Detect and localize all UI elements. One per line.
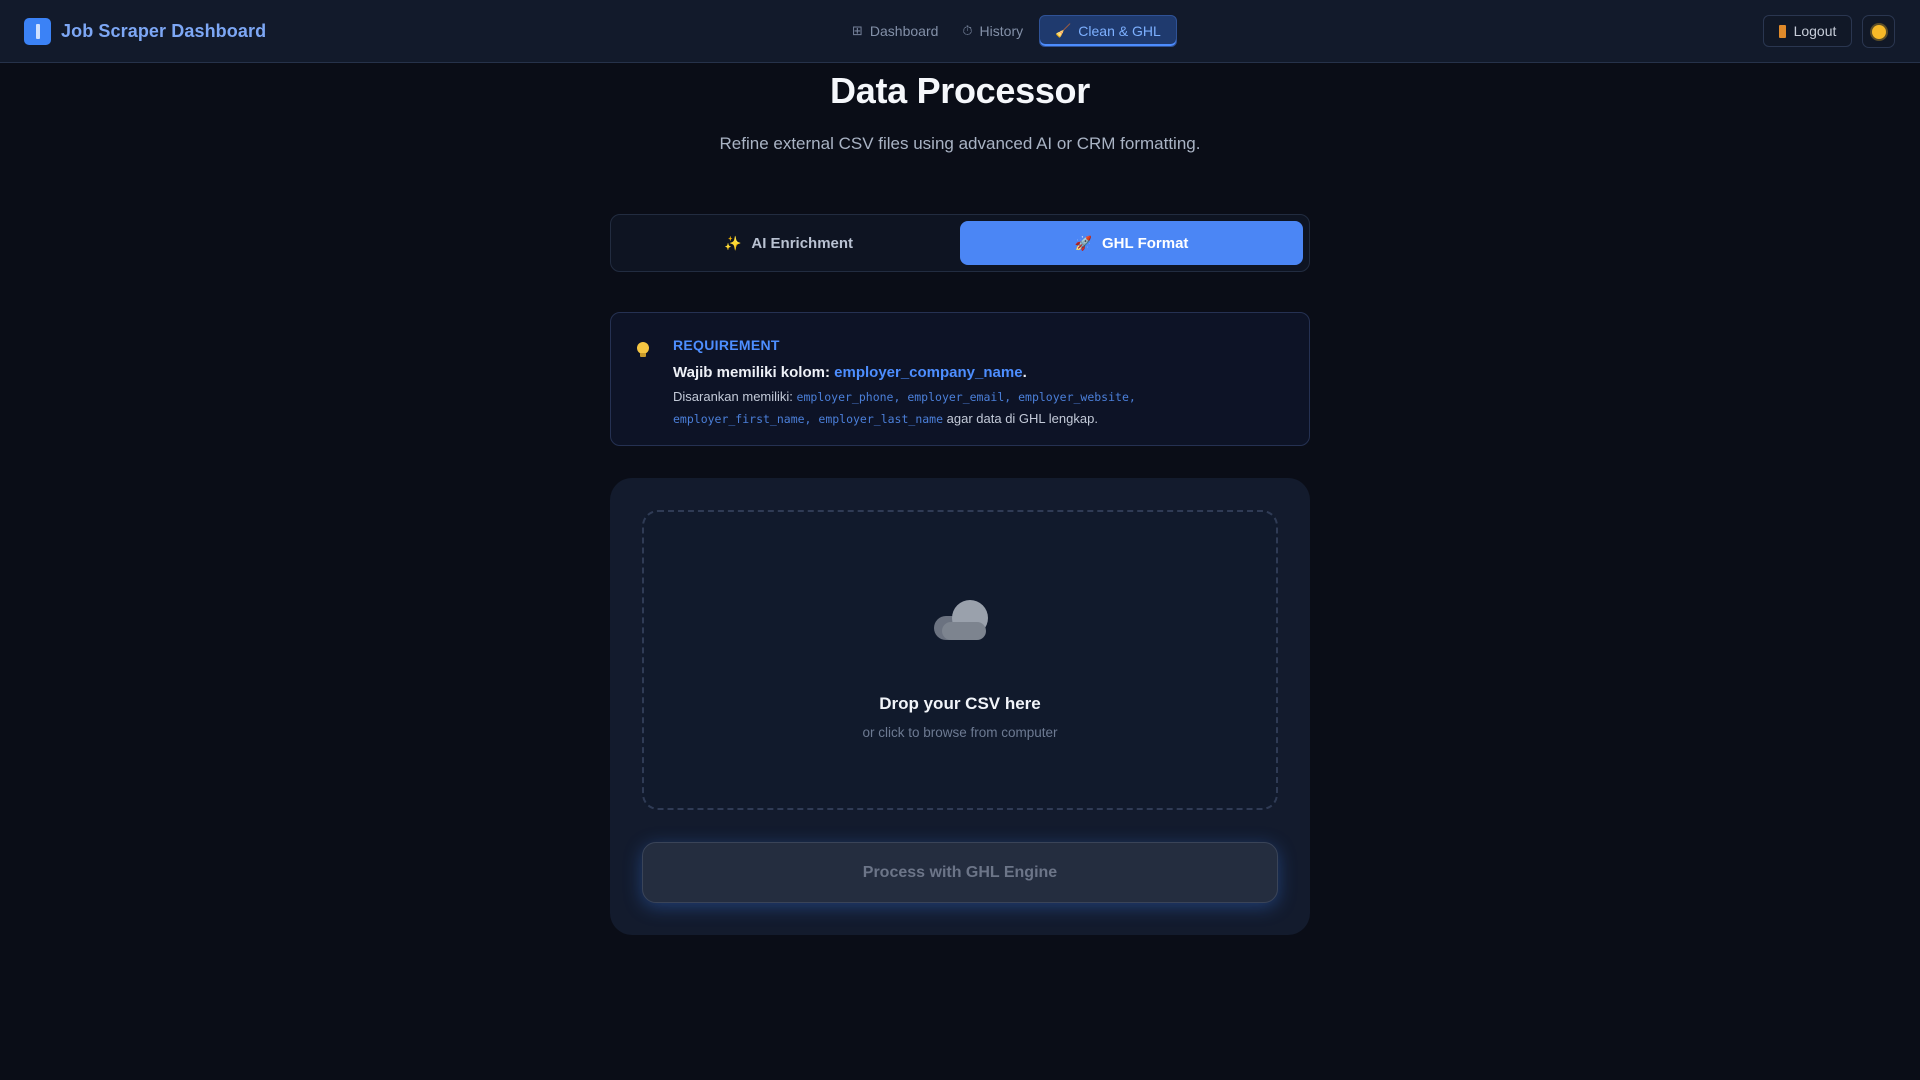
app-logo-icon [24,18,51,45]
upload-panel: Drop your CSV here or click to browse fr… [610,478,1310,935]
dropzone-subtitle: or click to browse from computer [862,725,1058,740]
brand[interactable]: Job Scraper Dashboard [24,18,266,45]
required-prefix: Wajib memiliki kolom: [673,364,835,381]
requirement-card: REQUIREMENT Wajib memiliki kolom: employ… [610,312,1310,446]
theme-toggle-button[interactable] [1862,15,1895,48]
broom-icon: 🧹 [1055,23,1072,38]
ai-enrichment-label: AI Enrichment [751,234,854,252]
app-title: Job Scraper Dashboard [61,21,267,41]
ghl-format-tab[interactable]: 🚀 GHL Format [960,221,1303,265]
required-column-name: employer_company_name [834,364,1023,381]
ghl-format-label: GHL Format [1102,234,1189,252]
door-icon [1778,24,1786,38]
suggested-prefix: Disarankan memiliki: [673,389,797,404]
nav-item-clean-ghl[interactable]: 🧹 Clean & GHL [1039,15,1177,47]
top-bar: Job Scraper Dashboard ⊞ Dashboard ⏱ Hist… [0,0,1920,63]
required-suffix: . [1022,364,1027,381]
cloud-icon [934,600,992,640]
page-subtitle: Refine external CSV files using advanced… [719,134,1201,153]
sun-icon [1871,24,1886,39]
page-title: Data Processor [830,70,1090,111]
main-nav: ⊞ Dashboard ⏱ History 🧹 Clean & GHL [844,15,1185,47]
csv-dropzone[interactable]: Drop your CSV here or click to browse fr… [642,510,1278,810]
clock-icon: ⏱ [962,23,973,38]
suggested-columns-line-2: employer_first_name, employer_last_name [673,412,944,426]
nav-item-history[interactable]: ⏱ History [954,15,1031,47]
logout-label: Logout [1793,23,1837,39]
ai-enrichment-tab[interactable]: ✨ AI Enrichment [617,221,960,265]
mode-toggle: ✨ AI Enrichment 🚀 GHL Format [610,214,1310,272]
grid-icon: ⊞ [852,23,863,38]
sparkle-icon: ✨ [723,234,742,251]
rocket-icon: 🚀 [1074,234,1093,251]
suggested-columns-text: Disarankan memiliki: employer_phone, emp… [673,386,1283,430]
requirement-label: REQUIREMENT [673,337,780,353]
suggested-columns-line-1: employer_phone, employer_email, employer… [796,390,1136,404]
suggested-suffix: agar data di GHL lengkap. [943,411,1098,426]
dropzone-title: Drop your CSV here [879,694,1041,713]
nav-item-label: Clean & GHL [1078,23,1161,39]
logout-button[interactable]: Logout [1763,15,1852,47]
lightbulb-icon [637,342,649,357]
nav-item-label: Dashboard [869,23,939,39]
nav-item-label: History [979,23,1024,39]
required-columns-text: Wajib memiliki kolom: employer_company_n… [673,364,1027,381]
nav-item-dashboard[interactable]: ⊞ Dashboard [844,15,946,47]
process-button[interactable]: Process with GHL Engine [642,842,1278,903]
